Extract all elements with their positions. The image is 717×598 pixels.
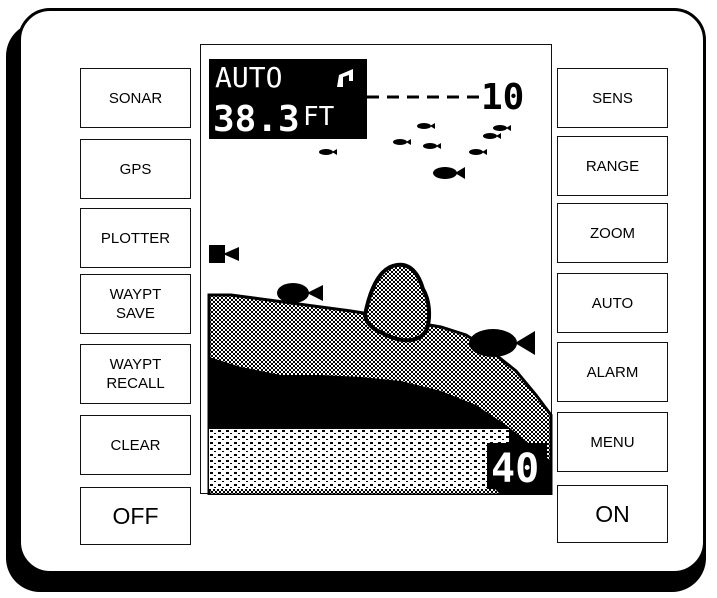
auto-button[interactable]: AUTO xyxy=(557,273,668,333)
bottom-speckle xyxy=(209,429,509,489)
alarm-button[interactable]: ALARM xyxy=(557,342,668,402)
waypt-save-button[interactable]: WAYPT SAVE xyxy=(80,274,191,334)
off-button[interactable]: OFF xyxy=(80,487,191,545)
sonar-display: AUTO 38.3 FT 10 40 xyxy=(200,44,553,495)
zoom-button[interactable]: ZOOM xyxy=(557,203,668,263)
sonar-button[interactable]: SONAR xyxy=(80,68,191,128)
range-button[interactable]: RANGE xyxy=(557,136,668,196)
menu-button[interactable]: MENU xyxy=(557,412,668,472)
range-top-label: 10 xyxy=(481,77,524,118)
structure-tree xyxy=(362,262,432,343)
depth-readout: AUTO 38.3 FT xyxy=(209,59,367,140)
waypt-recall-button[interactable]: WAYPT RECALL xyxy=(80,344,191,404)
range-bottom-label: 40 xyxy=(491,446,539,492)
on-button[interactable]: ON xyxy=(557,485,668,543)
clear-button[interactable]: CLEAR xyxy=(80,415,191,475)
gps-button[interactable]: GPS xyxy=(80,139,191,199)
depth-unit: FT xyxy=(303,102,335,132)
depth-value: 38.3 xyxy=(213,99,300,140)
mode-label: AUTO xyxy=(215,61,282,94)
sens-button[interactable]: SENS xyxy=(557,68,668,128)
fish-arches xyxy=(209,123,511,263)
plotter-button[interactable]: PLOTTER xyxy=(80,208,191,268)
